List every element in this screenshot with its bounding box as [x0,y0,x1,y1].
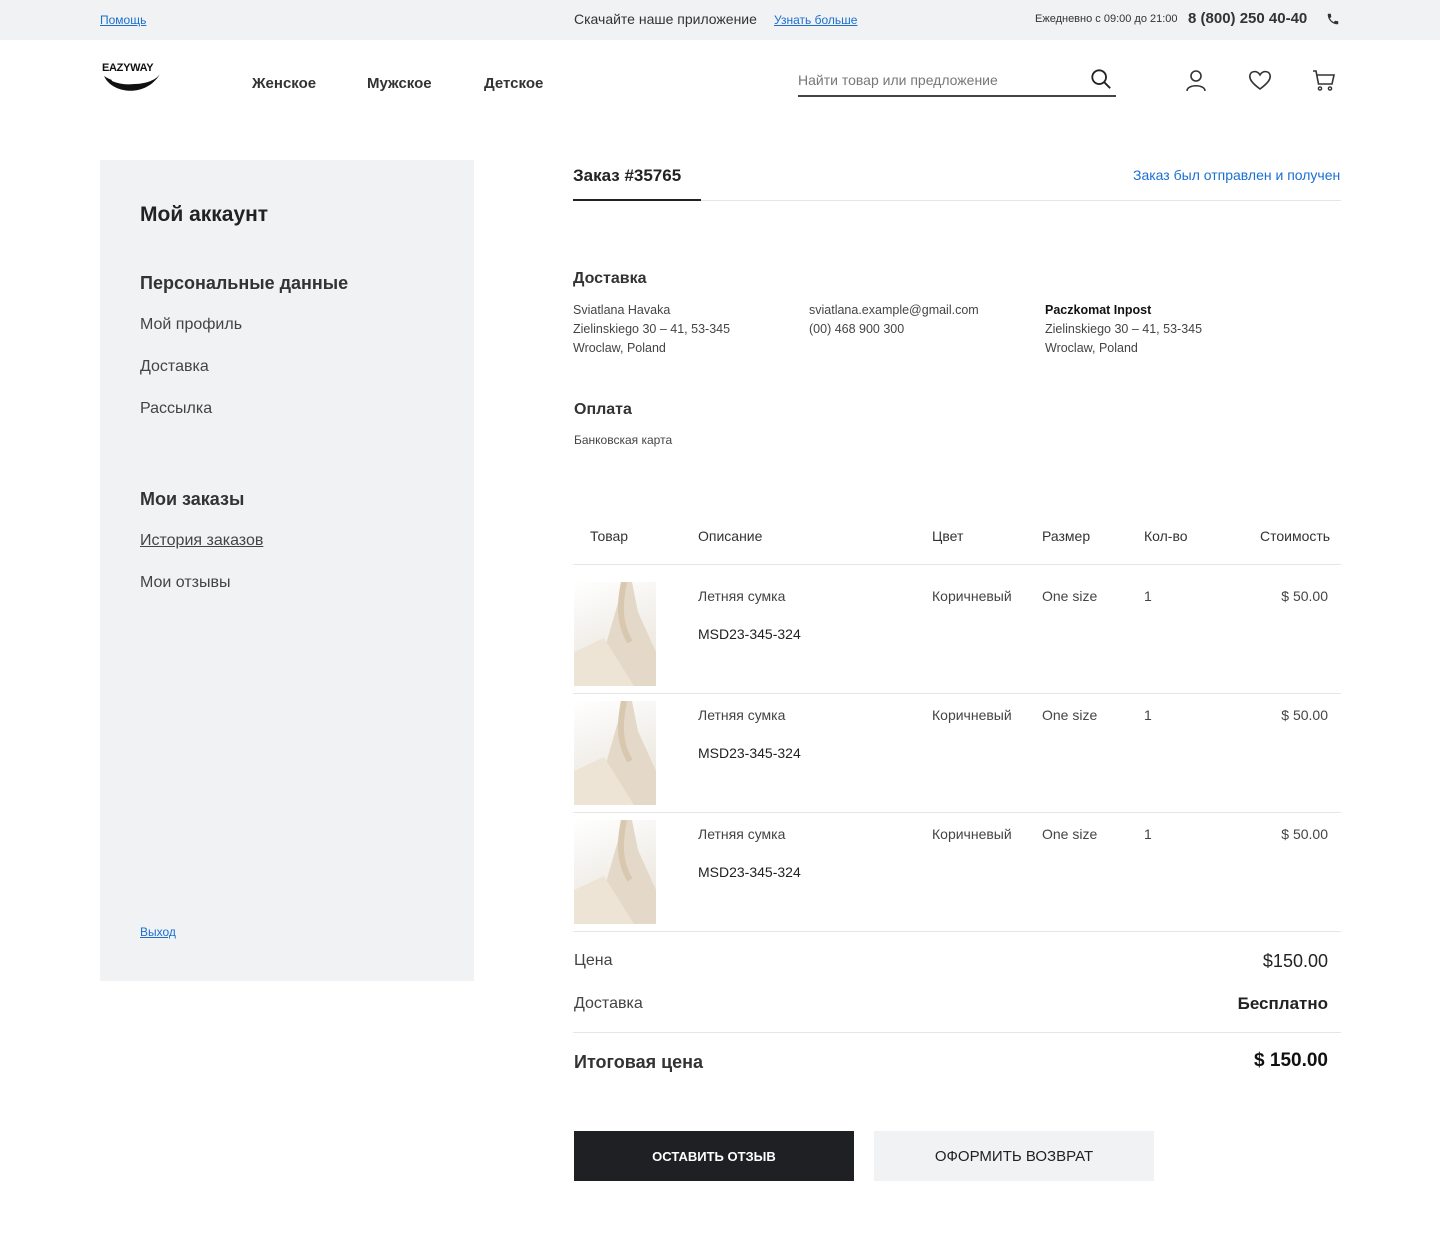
logo-swoosh-icon [104,73,160,91]
product-quantity: 1 [1144,588,1152,604]
subtotal-value: $150.00 [1262,951,1328,971]
sidebar-section-orders: Мои заказы [140,489,245,509]
table-row-divider [573,812,1341,813]
sidebar-item-newsletter[interactable]: Рассылка [140,400,212,418]
col-header-description: Описание [698,528,763,544]
sidebar-title: Мой аккаунт [140,203,269,226]
logout-link[interactable]: Выход [140,925,176,939]
recipient-street: Zielinskiego 30 – 41, 53-345 [573,322,731,336]
product-quantity: 1 [1144,826,1152,842]
active-tab-indicator [573,199,701,201]
app-promo-text: Скачайте наше приложение [574,11,757,27]
pickup-city: Wroclaw, Poland [1045,341,1138,355]
phone-number[interactable]: 8 (800) 250 40-40 [1188,10,1307,27]
table-row-divider [573,931,1341,932]
learn-more-link[interactable]: Узнать больше [774,13,857,27]
payment-title: Оплата [574,401,632,418]
product-price: $ 50.00 [1281,826,1328,842]
payment-method: Банковская карта [574,433,673,447]
sidebar-item-order-history[interactable]: История заказов [140,532,263,550]
help-link[interactable]: Помощь [100,13,146,27]
leave-review-button[interactable]: ОСТАВИТЬ ОТЗЫВ [574,1131,854,1181]
recipient-city: Wroclaw, Poland [573,341,666,355]
bag-image [574,582,656,686]
product-color: Коричневый [932,826,1012,842]
pickup-point: Paczkomat Inpost Zielinskiego 30 – 41, 5… [1045,301,1202,358]
shipping-value: Бесплатно [1237,994,1328,1013]
pickup-street: Zielinskiego 30 – 41, 53-345 [1045,322,1203,336]
product-price: $ 50.00 [1281,707,1328,723]
sidebar-item-profile[interactable]: Мой профиль [140,316,242,334]
bag-image [574,701,656,805]
recipient-name: Sviatlana Havaka [573,303,671,317]
product-sku: MSD23-345-324 [698,626,801,642]
account-sidebar: Мой аккаунт Персональные данные Мой проф… [100,160,474,981]
order-tab[interactable]: Заказ #35765 [573,166,681,186]
total-value: $ 150.00 [1254,1050,1328,1071]
phone-icon [1327,13,1339,25]
summary-divider [573,1032,1341,1033]
nav-women[interactable]: Женское [252,75,316,92]
recipient-email: sviatlana.example@gmail.com [809,303,979,317]
product-quantity: 1 [1144,707,1152,723]
product-sku: MSD23-345-324 [698,745,801,761]
product-size: One size [1042,826,1098,842]
col-header-product: Товар [590,528,629,544]
col-header-quantity: Кол-во [1144,528,1188,544]
working-hours: Ежедневно с 09:00 до 21:00 [1035,13,1178,25]
product-color: Коричневый [932,588,1012,604]
order-status: Заказ был отправлен и получен [1133,167,1341,183]
recipient-address: Sviatlana Havaka Zielinskiego 30 – 41, 5… [573,301,730,358]
table-row-divider [573,693,1341,694]
sidebar-item-delivery[interactable]: Доставка [140,358,209,376]
user-icon[interactable] [1184,68,1208,92]
product-name: Летняя сумка [698,707,786,723]
product-price: $ 50.00 [1281,588,1328,604]
total-label: Итоговая цена [574,1052,704,1072]
product-size: One size [1042,707,1098,723]
product-name: Летняя сумка [698,588,786,604]
nav-kids[interactable]: Детское [484,75,543,92]
search-bar [798,62,1116,97]
search-input[interactable] [798,70,1078,90]
product-color: Коричневый [932,707,1012,723]
recipient-contacts: sviatlana.example@gmail.com (00) 468 900… [809,301,979,339]
product-image[interactable] [574,701,656,805]
shipping-label: Доставка [574,995,643,1012]
top-bar: Помощь Скачайте наше приложение Узнать б… [0,0,1440,40]
product-name: Летняя сумка [698,826,786,842]
pickup-name: Paczkomat Inpost [1045,303,1152,317]
col-header-size: Размер [1042,528,1091,544]
logo[interactable]: EAZYWAY [102,62,166,100]
subtotal-label: Цена [574,952,613,969]
table-header-divider [573,564,1341,565]
sidebar-item-reviews[interactable]: Мои отзывы [140,574,231,592]
search-icon[interactable] [1090,68,1112,90]
delivery-title: Доставка [573,270,647,287]
sidebar-section-personal: Персональные данные [140,273,349,293]
cart-icon[interactable] [1312,68,1336,92]
recipient-phone: (00) 468 900 300 [809,322,905,336]
col-header-price: Стоимость [1260,528,1331,544]
bag-image [574,820,656,924]
product-sku: MSD23-345-324 [698,864,801,880]
heart-icon[interactable] [1248,68,1272,92]
product-size: One size [1042,588,1098,604]
col-header-color: Цвет [932,528,964,544]
product-image[interactable] [574,820,656,924]
request-return-button[interactable]: ОФОРМИТЬ ВОЗВРАТ [874,1131,1154,1181]
nav-men[interactable]: Мужское [367,75,432,92]
product-image[interactable] [574,582,656,686]
